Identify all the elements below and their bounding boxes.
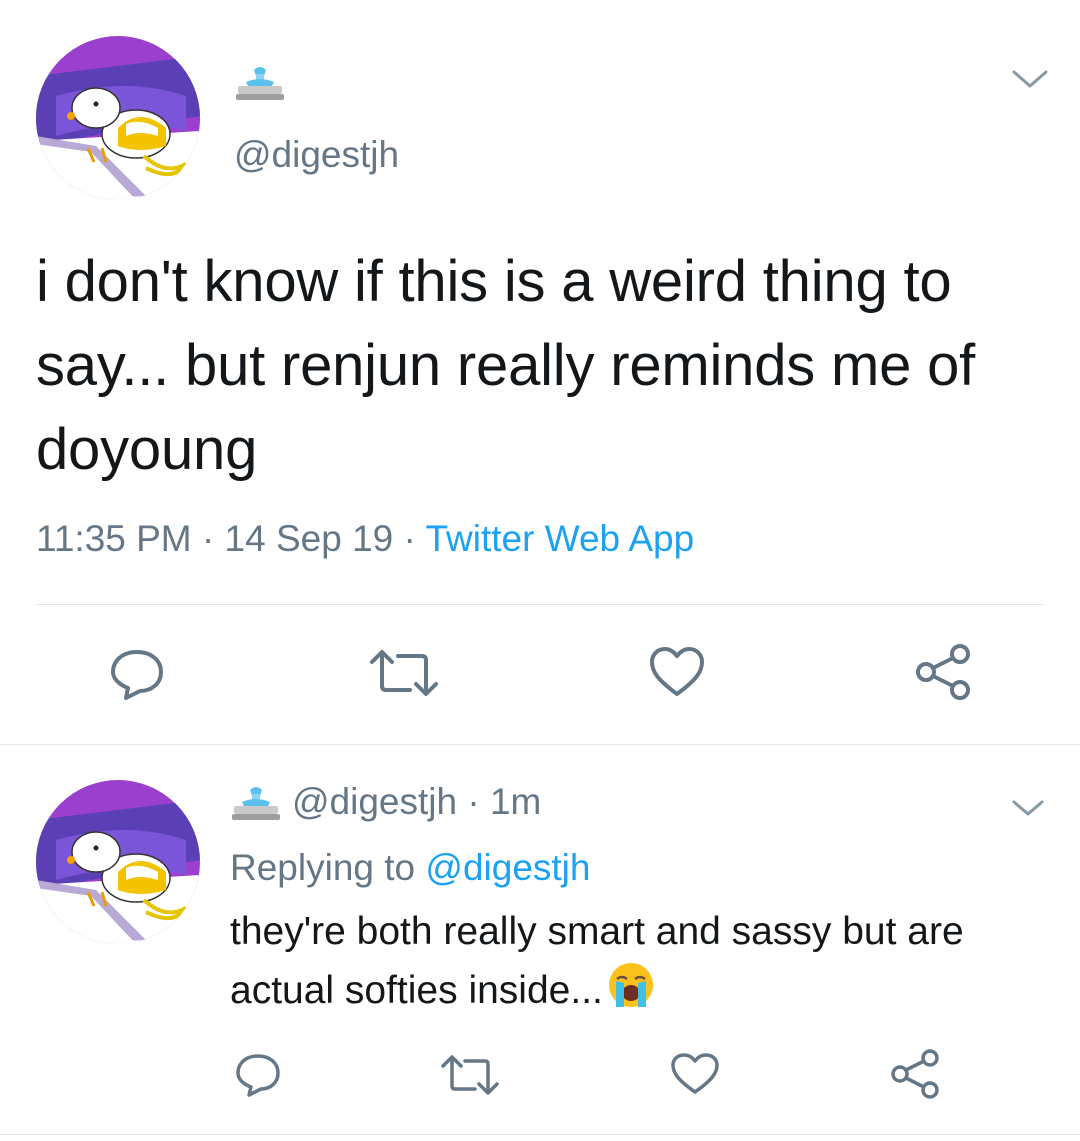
meta-separator: ·: [201, 518, 215, 559]
share-icon[interactable]: [914, 642, 974, 702]
reply-icon[interactable]: [108, 644, 166, 702]
tweet-source-link[interactable]: Twitter Web App: [425, 518, 694, 559]
fountain-emoji-icon: [230, 784, 282, 824]
heart-icon[interactable]: [648, 646, 706, 698]
chevron-down-icon[interactable]: [1010, 796, 1046, 820]
replying-mention-link[interactable]: @digestjh: [425, 847, 590, 888]
divider: [0, 744, 1080, 745]
loudly-crying-face-icon: [607, 961, 655, 1026]
meta-separator: ·: [467, 781, 480, 822]
main-avatar[interactable]: [36, 36, 200, 200]
share-icon[interactable]: [890, 1048, 942, 1100]
tweet-date: 14 Sep 19: [224, 518, 394, 559]
tweet-meta: 11:35 PM · 14 Sep 19 · Twitter Web App: [36, 518, 694, 560]
main-handle[interactable]: @digestjh: [234, 134, 399, 176]
replying-prefix: Replying to: [230, 847, 416, 888]
chevron-down-icon[interactable]: [1010, 66, 1050, 92]
reply-icon[interactable]: [234, 1050, 282, 1098]
tweet-time: 11:35 PM: [36, 518, 192, 559]
reply-avatar[interactable]: [36, 780, 200, 944]
fountain-emoji-icon: [234, 64, 286, 104]
retweet-icon[interactable]: [440, 1054, 500, 1096]
replying-to-line: Replying to @digestjh: [230, 847, 590, 889]
retweet-icon[interactable]: [368, 648, 440, 698]
divider: [36, 604, 1044, 605]
reply-handle[interactable]: @digestjh: [292, 781, 457, 822]
heart-icon[interactable]: [670, 1052, 720, 1096]
reply-text: they're both really smart and sassy but …: [230, 910, 964, 1013]
divider: [0, 1134, 1080, 1135]
tweet-text: i don't know if this is a weird thing to…: [36, 249, 976, 483]
reply-age: 1m: [489, 781, 542, 822]
meta-separator: ·: [403, 518, 416, 559]
reply-header: @digestjh · 1m: [292, 781, 541, 823]
reply-text-block: they're both really smart and sassy but …: [230, 902, 1030, 1027]
